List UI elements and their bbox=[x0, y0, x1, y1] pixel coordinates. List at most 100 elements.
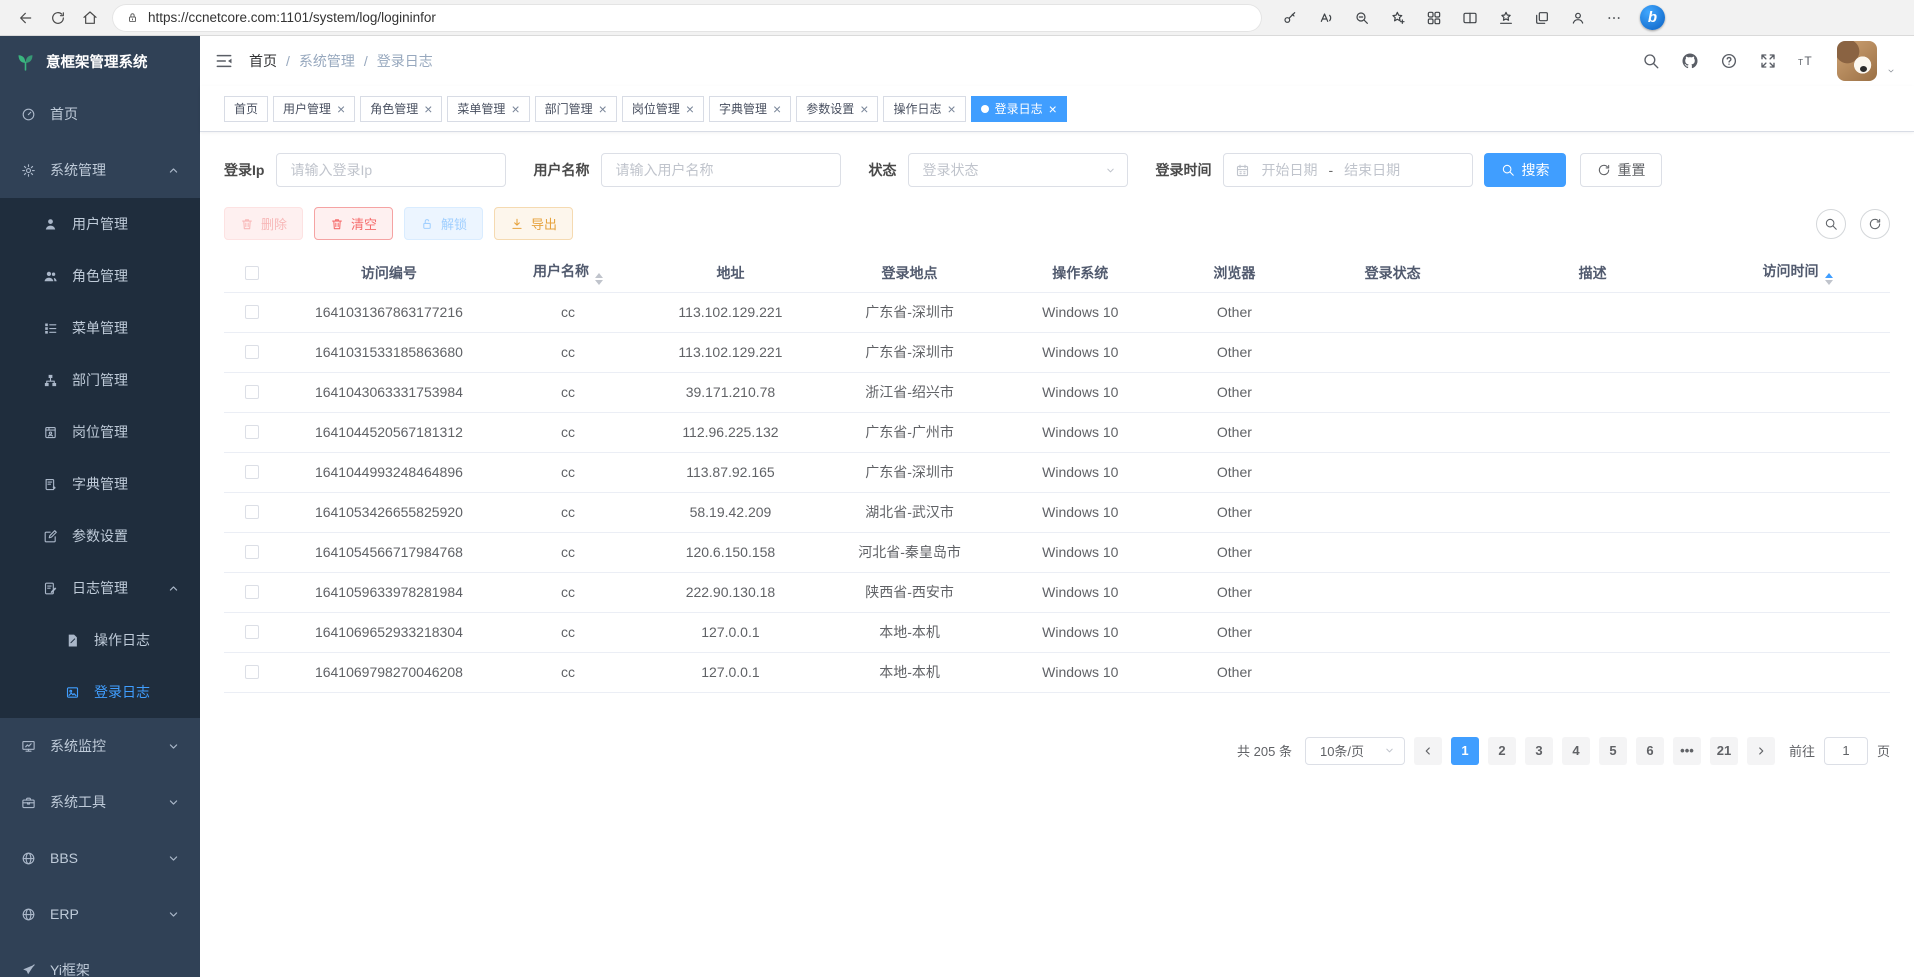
table-row[interactable]: 1641069652933218304cc127.0.0.1本地-本机Windo… bbox=[224, 612, 1890, 652]
sidebar-item-dept[interactable]: 部门管理 bbox=[0, 354, 200, 406]
next-page-button[interactable] bbox=[1747, 737, 1775, 765]
goto-page-input[interactable] bbox=[1824, 737, 1868, 765]
help-icon[interactable] bbox=[1720, 52, 1738, 70]
username-input[interactable] bbox=[601, 153, 841, 187]
table-row[interactable]: 1641031533185863680cc113.102.129.221广东省-… bbox=[224, 332, 1890, 372]
tab-loginlog[interactable]: 登录日志× bbox=[971, 96, 1067, 122]
export-button[interactable]: 导出 bbox=[494, 207, 573, 240]
more-pages-button[interactable]: ••• bbox=[1673, 737, 1701, 765]
prev-page-button[interactable] bbox=[1414, 737, 1442, 765]
page-size-select[interactable]: 10条/页 bbox=[1305, 737, 1405, 765]
unlock-button[interactable]: 解锁 bbox=[404, 207, 483, 240]
table-row[interactable]: 1641044520567181312cc112.96.225.132广东省-广… bbox=[224, 412, 1890, 452]
tab-param[interactable]: 参数设置× bbox=[796, 96, 878, 122]
sidebar-item-system[interactable]: 系统管理 bbox=[0, 142, 200, 198]
row-checkbox[interactable] bbox=[245, 465, 259, 479]
tab-operlog[interactable]: 操作日志× bbox=[883, 96, 965, 122]
table-row[interactable]: 1641031367863177216cc113.102.129.221广东省-… bbox=[224, 292, 1890, 332]
row-checkbox[interactable] bbox=[245, 425, 259, 439]
fontsize-icon[interactable]: TT bbox=[1798, 52, 1816, 70]
sidebar-item-user[interactable]: 用户管理 bbox=[0, 198, 200, 250]
tab-menu[interactable]: 菜单管理× bbox=[447, 96, 529, 122]
sidebar-item-yi[interactable]: Yi框架 bbox=[0, 942, 200, 977]
tab-post[interactable]: 岗位管理× bbox=[622, 96, 704, 122]
page-button-6[interactable]: 6 bbox=[1636, 737, 1664, 765]
favorites-icon[interactable] bbox=[1488, 4, 1524, 32]
date-range-picker[interactable]: 开始日期 - 结束日期 bbox=[1223, 153, 1473, 187]
row-checkbox[interactable] bbox=[245, 665, 259, 679]
extensions-icon[interactable] bbox=[1416, 4, 1452, 32]
page-button-4[interactable]: 4 bbox=[1562, 737, 1590, 765]
bing-logo-icon[interactable]: b bbox=[1640, 5, 1665, 30]
close-icon[interactable]: × bbox=[599, 102, 607, 116]
split-icon[interactable] bbox=[1452, 4, 1488, 32]
row-checkbox[interactable] bbox=[245, 305, 259, 319]
sidebar-item-bbs[interactable]: BBS bbox=[0, 830, 200, 886]
table-row[interactable]: 1641053426655825920cc58.19.42.209湖北省-武汉市… bbox=[224, 492, 1890, 532]
search-button[interactable]: 搜索 bbox=[1484, 153, 1566, 187]
table-row[interactable]: 1641044993248464896cc113.87.92.165广东省-深圳… bbox=[224, 452, 1890, 492]
close-icon[interactable]: × bbox=[424, 102, 432, 116]
show-search-button[interactable] bbox=[1816, 209, 1846, 239]
more-icon[interactable] bbox=[1596, 4, 1632, 32]
table-row[interactable]: 1641069798270046208cc127.0.0.1本地-本机Windo… bbox=[224, 652, 1890, 692]
col-username[interactable]: 用户名称 bbox=[497, 254, 639, 292]
row-checkbox[interactable] bbox=[245, 505, 259, 519]
refresh-icon[interactable] bbox=[42, 4, 74, 32]
refresh-table-button[interactable] bbox=[1860, 209, 1890, 239]
magnifier-icon[interactable] bbox=[1642, 52, 1660, 70]
url-bar[interactable]: https://ccnetcore.com:1101/system/log/lo… bbox=[112, 4, 1262, 32]
row-checkbox[interactable] bbox=[245, 625, 259, 639]
zoomout-icon[interactable] bbox=[1344, 4, 1380, 32]
sidebar-item-monitor[interactable]: 系统监控 bbox=[0, 718, 200, 774]
tab-home[interactable]: 首页 bbox=[224, 96, 268, 122]
caret-down-icon[interactable] bbox=[1886, 66, 1896, 76]
sidebar-item-dict[interactable]: 字典管理 bbox=[0, 458, 200, 510]
row-checkbox[interactable] bbox=[245, 385, 259, 399]
close-icon[interactable]: × bbox=[686, 102, 694, 116]
close-icon[interactable]: × bbox=[860, 102, 868, 116]
page-button-21[interactable]: 21 bbox=[1710, 737, 1738, 765]
github-icon[interactable] bbox=[1681, 52, 1699, 70]
breadcrumb-home[interactable]: 首页 bbox=[249, 51, 277, 71]
page-button-5[interactable]: 5 bbox=[1599, 737, 1627, 765]
close-icon[interactable]: × bbox=[773, 102, 781, 116]
login-ip-input[interactable] bbox=[276, 153, 506, 187]
sidebar-item-tool[interactable]: 系统工具 bbox=[0, 774, 200, 830]
page-button-2[interactable]: 2 bbox=[1488, 737, 1516, 765]
tab-dict[interactable]: 字典管理× bbox=[709, 96, 791, 122]
key-icon[interactable] bbox=[1272, 4, 1308, 32]
close-icon[interactable]: × bbox=[511, 102, 519, 116]
table-row[interactable]: 1641043063331753984cc39.171.210.78浙江省-绍兴… bbox=[224, 372, 1890, 412]
sort-carets-icon[interactable] bbox=[595, 273, 603, 285]
collections-icon[interactable] bbox=[1524, 4, 1560, 32]
close-icon[interactable]: × bbox=[947, 102, 955, 116]
close-icon[interactable]: × bbox=[1049, 102, 1057, 116]
readaloud-icon[interactable] bbox=[1308, 4, 1344, 32]
select-all-checkbox[interactable] bbox=[245, 266, 259, 280]
starplus-icon[interactable] bbox=[1380, 4, 1416, 32]
col-time[interactable]: 访问时间 bbox=[1705, 254, 1890, 292]
row-checkbox[interactable] bbox=[245, 545, 259, 559]
status-select[interactable]: 登录状态 bbox=[908, 153, 1128, 187]
clear-button[interactable]: 清空 bbox=[314, 207, 393, 240]
sidebar-item-log[interactable]: 日志管理 bbox=[0, 562, 200, 614]
profile-icon[interactable] bbox=[1560, 4, 1596, 32]
table-row[interactable]: 1641059633978281984cc222.90.130.18陕西省-西安… bbox=[224, 572, 1890, 612]
close-icon[interactable]: × bbox=[337, 102, 345, 116]
sidebar-item-param[interactable]: 参数设置 bbox=[0, 510, 200, 562]
reset-button[interactable]: 重置 bbox=[1580, 153, 1662, 187]
fullscreen-icon[interactable] bbox=[1759, 52, 1777, 70]
user-avatar[interactable] bbox=[1837, 41, 1877, 81]
sidebar-item-role[interactable]: 角色管理 bbox=[0, 250, 200, 302]
tab-dept[interactable]: 部门管理× bbox=[535, 96, 617, 122]
sort-carets-icon[interactable] bbox=[1825, 273, 1833, 285]
back-icon[interactable] bbox=[10, 4, 42, 32]
sidebar-item-post[interactable]: 岗位管理 bbox=[0, 406, 200, 458]
sidebar-item-erp[interactable]: ERP bbox=[0, 886, 200, 942]
page-button-1[interactable]: 1 bbox=[1451, 737, 1479, 765]
collapse-sidebar-icon[interactable] bbox=[214, 51, 234, 71]
sidebar-item-menu[interactable]: 菜单管理 bbox=[0, 302, 200, 354]
sidebar-item-operlog[interactable]: 操作日志 bbox=[0, 614, 200, 666]
app-logo[interactable]: 意框架管理系统 bbox=[0, 36, 200, 86]
